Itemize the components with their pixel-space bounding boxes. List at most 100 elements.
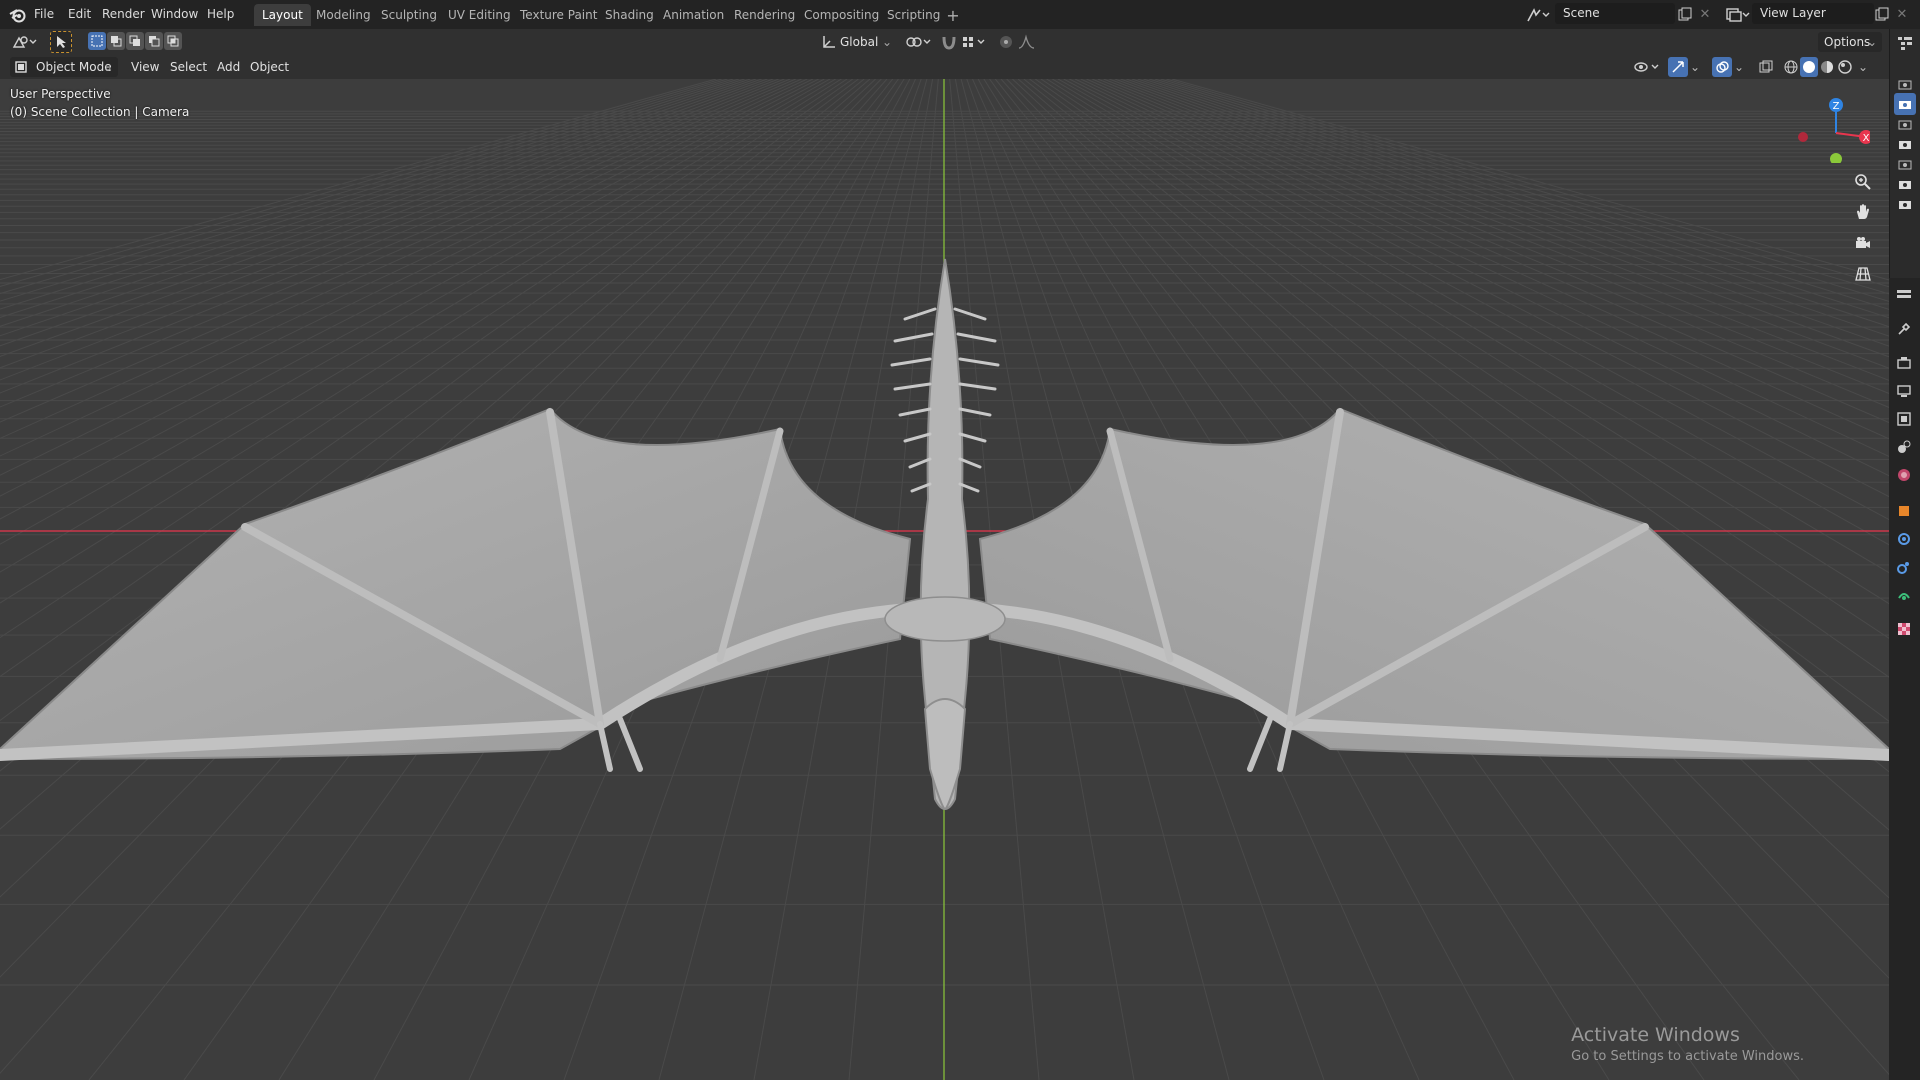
camera-restrict-icon[interactable] (1894, 113, 1916, 135)
editor-type-icon[interactable] (10, 32, 40, 52)
tab-texture-paint[interactable]: Texture Paint (512, 4, 605, 26)
snap-icon[interactable] (938, 32, 960, 52)
new-view-layer-icon[interactable] (1874, 6, 1890, 22)
viewport-header: Object Mode ⌄ View Select Add Object ⌄ ⌄… (0, 55, 1889, 79)
activate-windows-watermark: Activate Windows Go to Settings to activ… (1571, 1024, 1804, 1064)
tab-scripting[interactable]: Scripting (879, 4, 948, 26)
tab-modeling[interactable]: Modeling (308, 4, 379, 26)
snap-target-icon[interactable] (960, 32, 988, 52)
camera-restrict-icon[interactable] (1894, 153, 1916, 175)
gizmo-z-label: Z (1833, 101, 1840, 112)
gizmo-toggle-icon[interactable] (1668, 57, 1688, 77)
texture-properties-icon[interactable] (1893, 618, 1915, 640)
tab-uv-editing[interactable]: UV Editing (440, 4, 519, 26)
properties-editor-icon[interactable] (1893, 284, 1915, 306)
orientation-label: Global (840, 35, 879, 49)
scene-collection-label: (0) Scene Collection | Camera (10, 105, 190, 119)
camera-restrict-icon[interactable] (1894, 73, 1916, 95)
menu-edit[interactable]: Edit (68, 5, 91, 23)
wireframe-shading-icon[interactable] (1782, 57, 1800, 77)
watermark-subtitle: Go to Settings to activate Windows. (1571, 1049, 1804, 1064)
camera-restrict-icon[interactable] (1894, 133, 1916, 155)
select-mode-new-icon[interactable] (88, 32, 106, 50)
add-workspace-icon[interactable]: + (944, 6, 962, 25)
tab-rendering[interactable]: Rendering (726, 4, 803, 26)
view-layer-field[interactable]: View Layer (1752, 3, 1874, 24)
orientation-icon[interactable] (820, 32, 838, 52)
select-mode-subtract-icon[interactable] (126, 32, 144, 50)
outliner-editor-icon[interactable] (1894, 32, 1916, 54)
menu-file[interactable]: File (34, 5, 54, 23)
falloff-icon[interactable] (1016, 32, 1038, 52)
menu-select[interactable]: Select (170, 57, 207, 77)
blender-logo-icon[interactable] (8, 5, 28, 25)
tab-compositing[interactable]: Compositing (796, 4, 887, 26)
top-bar: File Edit Render Window Help Layout Mode… (0, 0, 1920, 29)
object-mode-icon (14, 60, 28, 74)
options-dropdown[interactable]: Options ⌄ (1818, 32, 1882, 52)
constraint-properties-icon[interactable] (1893, 584, 1915, 606)
orientation-dropdown[interactable]: Global ⌄ (840, 32, 894, 52)
options-label: Options (1824, 35, 1871, 49)
tab-sculpting[interactable]: Sculpting (373, 4, 445, 26)
scene-name-field[interactable]: Scene (1555, 3, 1675, 24)
overlays-toggle-icon[interactable] (1712, 57, 1732, 77)
tab-shading[interactable]: Shading (597, 4, 662, 26)
view-perspective-label: User Perspective (10, 87, 111, 101)
tool-settings-tab-icon[interactable] (1893, 318, 1915, 340)
visibility-icon[interactable] (1632, 57, 1662, 77)
3d-viewport[interactable]: User Perspective (0) Scene Collection | … (0, 79, 1889, 1080)
chevron-down-icon: ⌄ (881, 35, 892, 49)
zoom-icon[interactable] (1850, 169, 1876, 195)
xray-toggle-icon[interactable] (1756, 57, 1776, 77)
render-properties-icon[interactable] (1893, 352, 1915, 374)
mode-label: Object Mode (36, 60, 112, 74)
scene-properties-icon[interactable] (1893, 436, 1915, 458)
mode-dropdown[interactable]: Object Mode ⌄ (10, 57, 118, 77)
menu-view[interactable]: View (131, 57, 159, 77)
camera-restrict-icon[interactable] (1894, 173, 1916, 195)
menu-object[interactable]: Object (250, 57, 289, 77)
view-layer-icon[interactable] (1722, 5, 1752, 25)
menu-window[interactable]: Window (151, 5, 198, 23)
pivot-point-icon[interactable] (904, 32, 934, 52)
select-tool-icon[interactable] (50, 31, 72, 53)
new-scene-icon[interactable] (1677, 6, 1693, 22)
select-mode-intersect-icon[interactable] (164, 32, 182, 50)
object-properties-icon[interactable] (1893, 500, 1915, 522)
output-properties-icon[interactable] (1893, 380, 1915, 402)
select-mode-extend-icon[interactable] (107, 32, 125, 50)
properties-tabs (1889, 278, 1920, 1080)
rendered-shading-icon[interactable] (1836, 57, 1854, 77)
perspective-toggle-icon[interactable] (1850, 261, 1876, 287)
tab-animation[interactable]: Animation (655, 4, 732, 26)
dragon-model[interactable] (0, 79, 1889, 1080)
chevron-down-icon[interactable]: ⌄ (1688, 57, 1702, 77)
chevron-down-icon[interactable]: ⌄ (1732, 57, 1746, 77)
menu-help[interactable]: Help (207, 5, 234, 23)
select-mode-invert-icon[interactable] (145, 32, 163, 50)
modifier-properties-icon[interactable] (1893, 528, 1915, 550)
tool-header: Global ⌄ Options ⌄ (0, 29, 1889, 55)
navigation-gizmo[interactable]: Z X (1790, 93, 1870, 163)
remove-view-layer-icon[interactable]: ✕ (1894, 6, 1910, 22)
solid-shading-icon[interactable] (1800, 57, 1818, 77)
proportional-editing-icon[interactable] (996, 32, 1016, 52)
world-properties-icon[interactable] (1893, 464, 1915, 486)
menu-add[interactable]: Add (217, 57, 240, 77)
menu-render[interactable]: Render (102, 5, 145, 23)
chevron-down-icon[interactable]: ⌄ (1856, 57, 1870, 77)
pan-hand-icon[interactable] (1850, 199, 1876, 225)
view-layer-properties-icon[interactable] (1893, 408, 1915, 430)
camera-restrict-icon[interactable] (1894, 193, 1916, 215)
physics-properties-icon[interactable] (1893, 556, 1915, 578)
camera-view-icon[interactable] (1850, 230, 1876, 256)
watermark-title: Activate Windows (1571, 1024, 1740, 1046)
chevron-down-icon: ⌄ (1866, 35, 1877, 49)
scene-icon[interactable] (1524, 5, 1552, 25)
material-shading-icon[interactable] (1818, 57, 1836, 77)
tab-layout[interactable]: Layout (254, 4, 311, 26)
remove-scene-icon[interactable]: ✕ (1697, 6, 1713, 22)
camera-restrict-active-icon[interactable] (1894, 93, 1916, 115)
gizmo-x-label: X (1863, 133, 1870, 144)
